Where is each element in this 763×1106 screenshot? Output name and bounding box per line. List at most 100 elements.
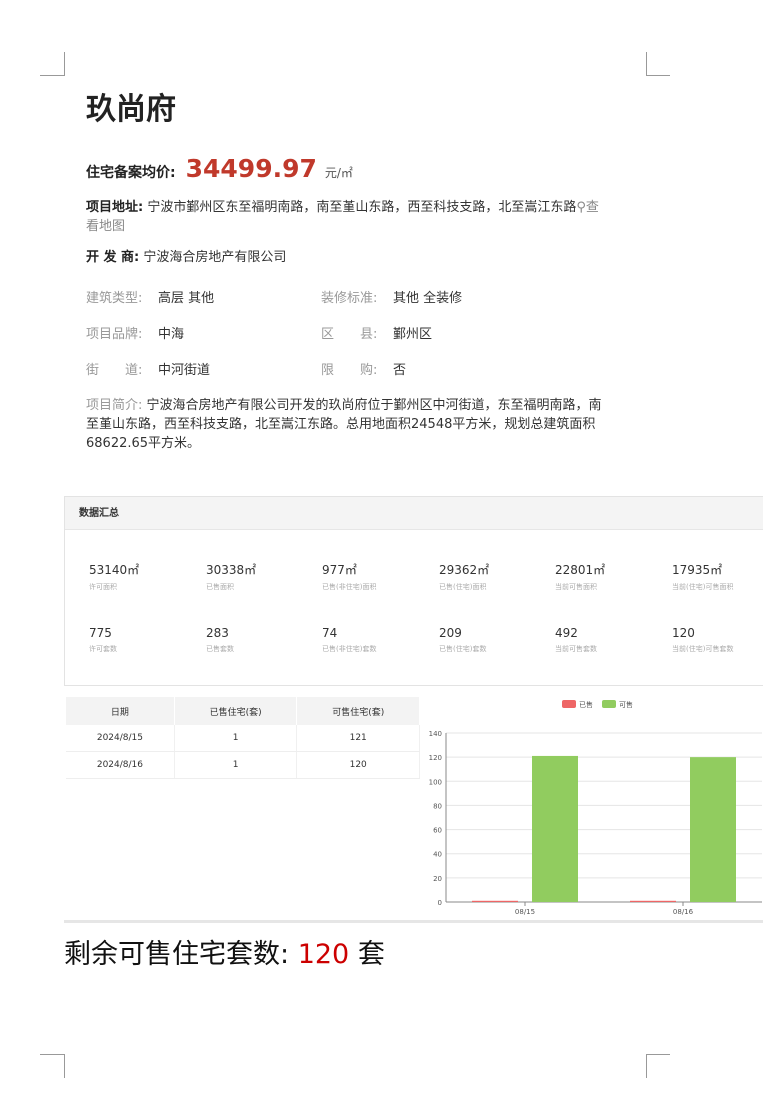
crop-mark xyxy=(646,52,647,76)
y-tick-label: 40 xyxy=(433,851,442,859)
attribute-district: 区 县: 鄞州区 xyxy=(321,323,556,342)
legend-swatch xyxy=(602,700,616,708)
stat-label: 当前(住宅)可售套数 xyxy=(672,645,734,653)
crop-mark xyxy=(64,1054,65,1078)
stat-label: 已售(非住宅)面积 xyxy=(322,583,377,591)
attribute-label: 限 购: xyxy=(321,363,378,378)
x-tick-label: 08/15 xyxy=(515,908,535,916)
y-tick-label: 0 xyxy=(438,899,442,907)
stat-value: 283 xyxy=(206,626,229,640)
summary-title: 数据汇总 xyxy=(65,497,763,530)
stat-item: 22801㎡ 当前可售面积 xyxy=(555,561,671,592)
stat-item: 283 已售套数 xyxy=(206,626,322,654)
stat-value: 30338㎡ xyxy=(206,563,257,577)
table-cell: 120 xyxy=(296,751,420,779)
stat-label: 已售(住宅)面积 xyxy=(439,583,487,591)
attribute-label: 装修标准: xyxy=(321,291,378,306)
table-cell: 1 xyxy=(174,725,298,752)
location-pin-icon: ⚲ xyxy=(576,200,586,215)
bar-sold xyxy=(472,900,518,902)
stat-label: 已售(非住宅)套数 xyxy=(322,645,377,653)
stat-item: 30338㎡已售面积 xyxy=(206,561,322,592)
crop-mark xyxy=(64,52,65,76)
table-cell: 2024/8/16 xyxy=(66,751,175,779)
crop-mark xyxy=(40,75,64,76)
legend-label: 已售 xyxy=(579,700,593,709)
stat-value: 209 xyxy=(439,626,462,640)
intro-text: 宁波海合房地产有限公司开发的玖尚府位于鄞州区中河街道，东至福明南路，南至堇山东路… xyxy=(86,398,602,451)
y-tick-label: 80 xyxy=(433,802,442,810)
stat-value: 775 xyxy=(89,626,112,640)
attribute-purchase-limit: 限 购: 否 xyxy=(321,359,556,378)
column-header-sold: 已售住宅(套) xyxy=(174,697,298,725)
stat-value: 492 xyxy=(555,626,578,640)
stat-value: 977㎡ xyxy=(322,563,357,577)
stat-label: 已售(住宅)套数 xyxy=(439,645,487,653)
stat-label: 当前可售套数 xyxy=(555,645,597,653)
stat-item: 53140㎡许可面积 xyxy=(89,561,205,592)
data-summary-panel: 数据汇总 53140㎡许可面积 30338㎡已售面积 977㎡已售(非住宅)面积… xyxy=(64,496,763,686)
attribute-label: 区 县: xyxy=(321,327,378,342)
table-row: 2024/8/15 1 121 xyxy=(66,725,420,752)
y-tick-label: 100 xyxy=(429,778,442,786)
attribute-value: 中海 xyxy=(158,327,185,342)
developer-value: 宁波海合房地产有限公司 xyxy=(143,250,287,265)
bar-sold xyxy=(630,900,676,902)
table-cell: 2024/8/15 xyxy=(66,725,175,752)
stat-item: 492 当前可售套数 xyxy=(555,626,671,654)
column-header-available: 可售住宅(套) xyxy=(296,697,420,725)
price-value: 34499.97 xyxy=(185,154,317,183)
stat-item: 209 已售(住宅)套数 xyxy=(439,626,555,654)
crop-mark xyxy=(646,1054,670,1055)
stat-label: 已售套数 xyxy=(206,645,234,653)
table-cell: 1 xyxy=(174,751,298,779)
stat-item: 29362㎡ 已售(住宅)面积 xyxy=(439,561,555,592)
divider xyxy=(64,920,763,923)
attribute-decoration: 装修标准: 其他 全装修 xyxy=(321,287,556,306)
sales-bar-chart: 0 20 40 60 80 100 120 140 08/15 08/16 已售 可售 xyxy=(429,700,762,916)
y-tick-label: 20 xyxy=(433,875,442,883)
attribute-value: 否 xyxy=(393,363,407,378)
stat-item: 775 许可套数 xyxy=(89,626,205,654)
attribute-label: 街 道: xyxy=(86,363,143,378)
attribute-brand: 项目品牌: 中海 xyxy=(86,323,321,342)
price-unit: 元/㎡ xyxy=(324,166,353,180)
bar-available xyxy=(532,755,578,902)
attribute-label: 建筑类型: xyxy=(86,291,143,306)
stat-value: 74 xyxy=(322,626,338,640)
attribute-label: 项目品牌: xyxy=(86,327,143,342)
attribute-value: 高层 其他 xyxy=(158,291,215,306)
stat-item: 120 当前(住宅)可售套数 xyxy=(672,626,762,654)
remaining-value: 120 xyxy=(297,939,350,970)
address-row: 项目地址: 宁波市鄞州区东至福明南路，南至堇山东路，西至科技支路，北至嵩江东路⚲… xyxy=(86,198,606,236)
project-intro: 项目简介: 宁波海合房地产有限公司开发的玖尚府位于鄞州区中河街道，东至福明南路，… xyxy=(86,396,606,453)
attribute-row: 项目品牌: 中海 区 县: 鄞州区 xyxy=(86,323,556,342)
crop-mark xyxy=(646,75,670,76)
attribute-row: 建筑类型: 高层 其他 装修标准: 其他 全装修 xyxy=(86,287,556,306)
attribute-street: 街 道: 中河街道 xyxy=(86,359,321,378)
address-label: 项目地址: xyxy=(86,200,144,215)
sales-table: 日期 已售住宅(套) 可售住宅(套) 2024/8/15 1 121 2024/… xyxy=(66,697,420,779)
legend-swatch xyxy=(562,700,576,708)
stat-value: 53140㎡ xyxy=(89,563,140,577)
stat-label: 许可面积 xyxy=(89,583,117,591)
table-cell: 121 xyxy=(296,725,420,752)
stat-value: 120 xyxy=(672,626,695,640)
stat-label: 已售面积 xyxy=(206,583,234,591)
price-label: 住宅备案均价: xyxy=(86,165,176,181)
stat-item: 977㎡已售(非住宅)面积 xyxy=(322,561,438,592)
attribute-value: 鄞州区 xyxy=(393,327,433,342)
bar-available xyxy=(690,757,736,902)
stat-item: 74 已售(非住宅)套数 xyxy=(322,626,438,654)
crop-mark xyxy=(40,1054,64,1055)
x-tick-label: 08/16 xyxy=(673,908,694,916)
address-value: 宁波市鄞州区东至福明南路，南至堇山东路，西至科技支路，北至嵩江东路 xyxy=(147,200,577,215)
remaining-units-line: 剩余可售住宅套数: 120 套 xyxy=(64,932,385,971)
developer-row: 开 发 商: 宁波海合房地产有限公司 xyxy=(86,248,606,267)
remaining-label: 剩余可售住宅套数: xyxy=(64,939,290,970)
stat-label: 当前可售面积 xyxy=(555,583,597,591)
y-tick-label: 120 xyxy=(429,754,442,762)
table-header-row: 日期 已售住宅(套) 可售住宅(套) xyxy=(66,697,420,725)
stat-item: 17935㎡ 当前(住宅)可售面积 xyxy=(672,561,762,592)
stat-label: 当前(住宅)可售面积 xyxy=(672,583,734,591)
